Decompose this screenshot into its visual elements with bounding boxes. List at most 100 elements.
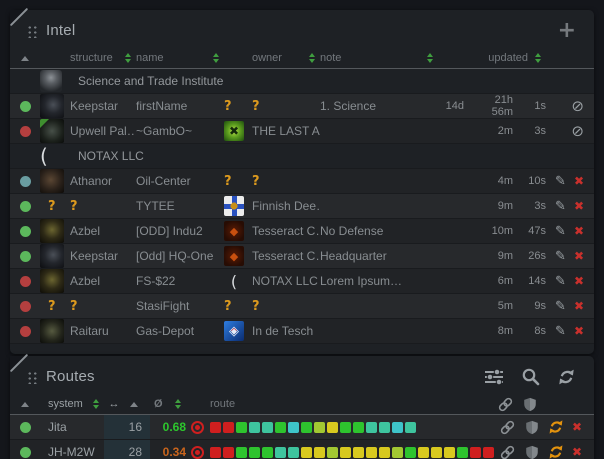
drag-handle-icon[interactable]	[26, 370, 37, 384]
drag-handle-icon[interactable]	[26, 24, 37, 38]
delete-x-icon[interactable]: ✖	[574, 299, 584, 313]
route-system-square-green[interactable]	[236, 447, 247, 458]
safety-shield-icon[interactable]	[524, 419, 540, 436]
route-system-square-red[interactable]	[470, 447, 481, 458]
pathfinder-page: Intel + structurenameownernoteupdated Sc…	[0, 0, 604, 459]
column-header-updated[interactable]: updated	[438, 52, 546, 64]
route-system-square-red[interactable]	[223, 422, 234, 433]
edit-pencil-icon[interactable]: ✎	[555, 199, 566, 214]
route-system-square-yellow[interactable]	[301, 447, 312, 458]
route-system-square-yellow[interactable]	[353, 447, 364, 458]
status-dot-green	[20, 251, 31, 262]
tesseract-logo-icon: ◆	[224, 221, 244, 241]
route-system-square-yellow[interactable]	[444, 447, 455, 458]
intel-group-row[interactable]: (NOTAX LLC	[10, 144, 594, 169]
intel-structure-row[interactable]: ??TYTEEFinnish Dee…9m3s✎✖	[10, 194, 594, 219]
edit-pencil-icon[interactable]: ✎	[555, 299, 566, 314]
route-system-square-yellow[interactable]	[314, 447, 325, 458]
danger-system-icon	[191, 421, 204, 434]
route-system-square-green[interactable]	[236, 422, 247, 433]
delete-route-icon[interactable]: ✖	[572, 445, 582, 459]
intel-structure-row[interactable]: Azbel[ODD] Indu2◆Tesseract C…No Defense1…	[10, 219, 594, 244]
route-system-square-green[interactable]	[262, 447, 273, 458]
route-system-square-lime[interactable]	[392, 447, 403, 458]
route-system-square-green[interactable]	[457, 447, 468, 458]
column-header-structure[interactable]: structure	[70, 52, 136, 64]
route-system-square-green[interactable]	[275, 422, 286, 433]
column-sorted-asc-icon[interactable]	[10, 402, 40, 407]
intel-structure-row[interactable]: Upwell Pal…~GambO~✖THE LAST A…2m3s⊘	[10, 119, 594, 144]
tesseract-logo-icon: ◆	[224, 246, 244, 266]
column-header-system[interactable]: system	[40, 398, 104, 410]
crescent-logo-icon: (	[224, 271, 244, 291]
connection-link-icon[interactable]	[499, 444, 516, 459]
route-system-square-yellow[interactable]	[340, 447, 351, 458]
route-row[interactable]: Jita160.68✖	[10, 415, 594, 440]
column-header-jumps[interactable]: ↔	[104, 394, 150, 414]
safety-shield-icon[interactable]	[522, 396, 538, 413]
route-system-square-teal[interactable]	[249, 422, 260, 433]
delete-x-icon[interactable]: ✖	[574, 324, 584, 338]
delete-x-icon[interactable]: ✖	[574, 274, 584, 288]
route-system-square-red[interactable]	[210, 447, 221, 458]
route-row[interactable]: JH-M2W280.34✖	[10, 440, 594, 459]
route-system-square-yellow[interactable]	[418, 447, 429, 458]
refresh-icon[interactable]	[553, 368, 580, 386]
actions-cell: ✎✖	[546, 274, 594, 289]
route-system-square-green[interactable]	[301, 422, 312, 433]
refresh-route-icon[interactable]	[548, 419, 564, 435]
intel-structure-row[interactable]: Keepstar[Odd] HQ-One◆Tesseract C…Headqua…	[10, 244, 594, 269]
column-header-note[interactable]: note	[320, 52, 438, 64]
delete-route-icon[interactable]: ✖	[572, 420, 582, 434]
safety-shield-icon[interactable]	[524, 444, 540, 459]
route-system-square-lime[interactable]	[314, 422, 325, 433]
add-structure-button[interactable]: +	[554, 23, 580, 39]
route-system-square-lime[interactable]	[327, 447, 338, 458]
crescent-logo-icon: (	[40, 146, 48, 166]
column-header-avg-security[interactable]: Ø	[150, 398, 186, 410]
route-system-square-teal[interactable]	[275, 447, 286, 458]
route-system-square-red[interactable]	[223, 447, 234, 458]
route-system-square-green[interactable]	[353, 422, 364, 433]
updated-segment: 3s	[520, 125, 546, 137]
route-system-square-yellow[interactable]	[431, 447, 442, 458]
edit-pencil-icon[interactable]: ✎	[555, 249, 566, 264]
intel-structure-row[interactable]: KeepstarfirstName??1. Science14d21h 56m1…	[10, 94, 594, 119]
column-header-owner[interactable]: owner	[252, 52, 320, 64]
route-system-square-teal[interactable]	[288, 447, 299, 458]
refresh-route-icon[interactable]	[548, 444, 564, 459]
search-icon[interactable]	[517, 367, 544, 386]
route-system-square-green[interactable]	[340, 422, 351, 433]
edit-pencil-icon[interactable]: ✎	[555, 174, 566, 189]
column-header-name[interactable]: name	[136, 52, 224, 64]
route-system-square-yellow[interactable]	[366, 447, 377, 458]
route-system-square-teal[interactable]	[405, 422, 416, 433]
connection-link-icon[interactable]	[497, 396, 514, 413]
column-sorted-asc-icon[interactable]	[10, 56, 40, 61]
route-system-square-green[interactable]	[249, 447, 260, 458]
intel-structure-row[interactable]: AthanorOil-Center??4m10s✎✖	[10, 169, 594, 194]
route-system-square-cyan[interactable]	[288, 422, 299, 433]
route-system-square-yellow[interactable]	[327, 422, 338, 433]
connection-link-icon[interactable]	[499, 419, 516, 436]
intel-structure-row[interactable]: AzbelFS-$22(NOTAX LLCLorem Ipsum…6m14s✎✖	[10, 269, 594, 294]
route-system-square-red[interactable]	[483, 447, 494, 458]
intel-structure-row[interactable]: ??StasiFight??5m9s✎✖	[10, 294, 594, 319]
route-system-square-red[interactable]	[210, 422, 221, 433]
route-system-square-cyan[interactable]	[392, 422, 403, 433]
delete-x-icon[interactable]: ✖	[574, 174, 584, 188]
edit-pencil-icon[interactable]: ✎	[555, 224, 566, 239]
route-system-square-green[interactable]	[405, 447, 416, 458]
delete-x-icon[interactable]: ✖	[574, 199, 584, 213]
route-system-square-teal[interactable]	[366, 422, 377, 433]
route-system-square-teal[interactable]	[262, 422, 273, 433]
intel-structure-row[interactable]: RaitaruGas-Depot◈In de Tesch8m8s✎✖	[10, 319, 594, 344]
intel-group-row[interactable]: Science and Trade Institute	[10, 69, 594, 94]
route-system-square-yellow[interactable]	[379, 447, 390, 458]
route-settings-icon[interactable]	[480, 369, 508, 385]
delete-x-icon[interactable]: ✖	[574, 224, 584, 238]
delete-x-icon[interactable]: ✖	[574, 249, 584, 263]
route-system-square-teal[interactable]	[379, 422, 390, 433]
edit-pencil-icon[interactable]: ✎	[555, 274, 566, 289]
edit-pencil-icon[interactable]: ✎	[555, 324, 566, 339]
